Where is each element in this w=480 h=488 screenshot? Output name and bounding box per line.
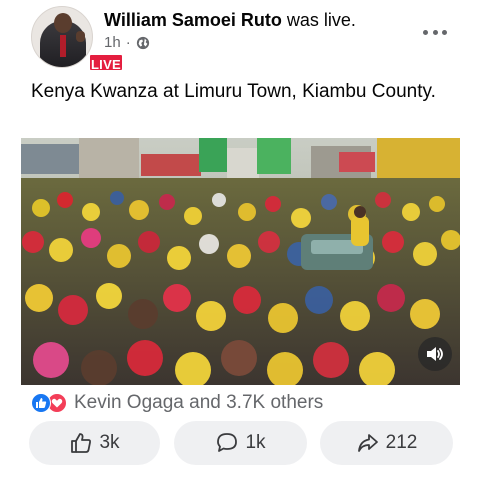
author-line: William Samoei Ruto was live. <box>104 9 356 31</box>
author-avatar[interactable]: LIVE <box>31 6 124 72</box>
comment-icon <box>217 433 238 452</box>
share-count: 212 <box>385 432 418 453</box>
reactions-text: Kevin Ogaga and 3.7K others <box>74 392 324 413</box>
volume-button[interactable] <box>418 337 452 371</box>
like-count: 3k <box>99 432 120 453</box>
author-name-link[interactable]: William Samoei Ruto <box>104 10 282 30</box>
post-timestamp[interactable]: 1h <box>104 34 121 51</box>
reactions-summary[interactable]: Kevin Ogaga and 3.7K others <box>31 391 323 415</box>
author-action: was live. <box>286 10 356 30</box>
live-video-player[interactable] <box>21 138 460 385</box>
comment-count: 1k <box>245 432 266 453</box>
header-text: William Samoei Ruto was live. 1h · <box>104 9 356 51</box>
crowd-video-frame <box>21 138 460 385</box>
thumbs-up-icon <box>71 433 92 453</box>
comment-button[interactable]: 1k <box>174 421 307 465</box>
share-button[interactable]: 212 <box>320 421 453 465</box>
globe-icon <box>136 36 149 49</box>
share-icon <box>357 434 378 452</box>
meta-separator: · <box>125 34 131 51</box>
like-reaction-icon <box>31 393 51 413</box>
avatar <box>31 6 93 68</box>
more-options-icon[interactable] <box>420 22 450 42</box>
post-header: LIVE William Samoei Ruto was live. 1h · <box>0 0 480 76</box>
post-caption: Kenya Kwanza at Limuru Town, Kiambu Coun… <box>31 81 436 102</box>
volume-icon <box>427 347 443 361</box>
post-meta: 1h · <box>104 34 356 51</box>
like-button[interactable]: 3k <box>29 421 160 465</box>
live-badge: LIVE <box>88 53 124 72</box>
